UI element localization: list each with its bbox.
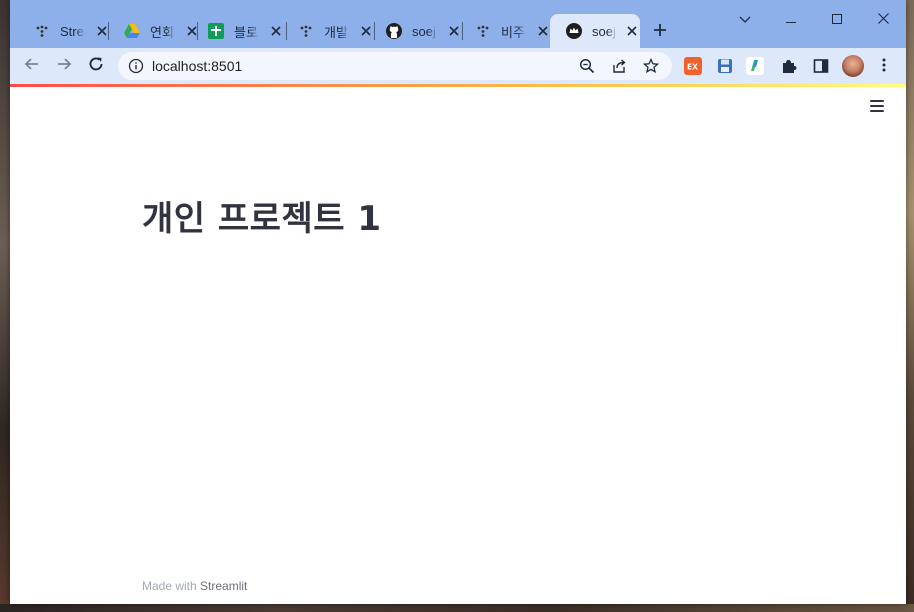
close-icon [877,9,889,28]
browser-window: Streamlit 연회 블로 [10,0,906,604]
chevron-down-icon [739,9,751,28]
desktop-wallpaper-left [0,0,10,612]
info-icon[interactable] [128,58,144,74]
github-icon [386,23,402,39]
desktop-wallpaper-bottom [0,604,914,612]
new-tab-button[interactable] [650,20,670,40]
tab-github[interactable]: soej [370,14,462,48]
save-extension-icon[interactable] [716,57,734,75]
tab-title: Streamlit [60,23,86,39]
tab-strip: Streamlit 연회 블로 [10,0,906,48]
kebab-menu-icon [882,57,886,76]
desktop-wallpaper-right [906,0,914,612]
browser-menu-button[interactable] [872,54,896,78]
google-drive-icon [124,23,140,39]
tab-title: 연회 [150,24,174,40]
puzzle-icon[interactable] [780,57,798,75]
back-button[interactable] [20,54,44,78]
streamlit-icon [298,23,314,39]
svg-text:EX: EX [687,63,698,72]
arrow-left-icon [24,56,40,76]
tab-google-sheets[interactable]: 블로 [192,14,284,48]
footer-text: Made with [142,579,201,593]
tab-title: soej [592,23,616,39]
tab-streamlit-3[interactable]: 비주 [459,14,551,48]
streamlit-icon [475,23,491,39]
hamburger-icon-line [870,110,884,112]
hamburger-icon-line [870,100,884,102]
reload-icon [88,56,104,76]
tab-title: 개발 [324,24,348,40]
tab-search-button[interactable] [722,4,768,32]
bookmark-extension-icon[interactable] [746,57,764,75]
close-window-button[interactable] [860,4,906,32]
tab-title: 비주 [501,24,525,40]
streamlit-app-page: 개인 프로젝트 1 Made with Streamlit [10,87,906,604]
minimize-icon [786,9,796,28]
address-text: localhost:8501 [152,58,243,74]
reload-button[interactable] [84,54,108,78]
address-bar[interactable]: localhost:8501 [118,52,672,80]
share-icon[interactable] [610,57,628,75]
google-sheets-icon [208,23,224,39]
maximize-button[interactable] [814,4,860,32]
tab-title: soej [412,23,436,39]
browser-toolbar: localhost:8501 EX [10,48,906,84]
streamlit-crown-icon [566,23,582,39]
hamburger-icon-line [870,105,884,107]
minimize-button[interactable] [768,4,814,32]
zoom-icon[interactable] [578,57,596,75]
profile-avatar[interactable] [842,55,864,77]
tab-active-app[interactable]: soej [550,14,640,48]
maximize-icon [832,9,842,28]
streamlit-icon [34,23,50,39]
side-panel-icon[interactable] [812,57,830,75]
close-icon[interactable] [625,23,640,39]
arrow-right-icon [56,56,72,76]
close-icon[interactable] [535,23,551,39]
forward-button[interactable] [52,54,76,78]
tab-google-drive[interactable]: 연회 [108,14,200,48]
bookmark-star-icon[interactable] [642,57,660,75]
tab-streamlit-2[interactable]: 개발 [282,14,374,48]
app-menu-button[interactable] [868,98,886,114]
tab-streamlit-1[interactable]: Streamlit [18,14,110,48]
page-title: 개인 프로젝트 1 [142,199,382,239]
streamlit-link[interactable]: Streamlit [200,579,247,593]
ex-extension-icon[interactable]: EX [684,57,702,75]
footer: Made with Streamlit [142,579,247,593]
tab-title: 블로 [234,24,258,40]
